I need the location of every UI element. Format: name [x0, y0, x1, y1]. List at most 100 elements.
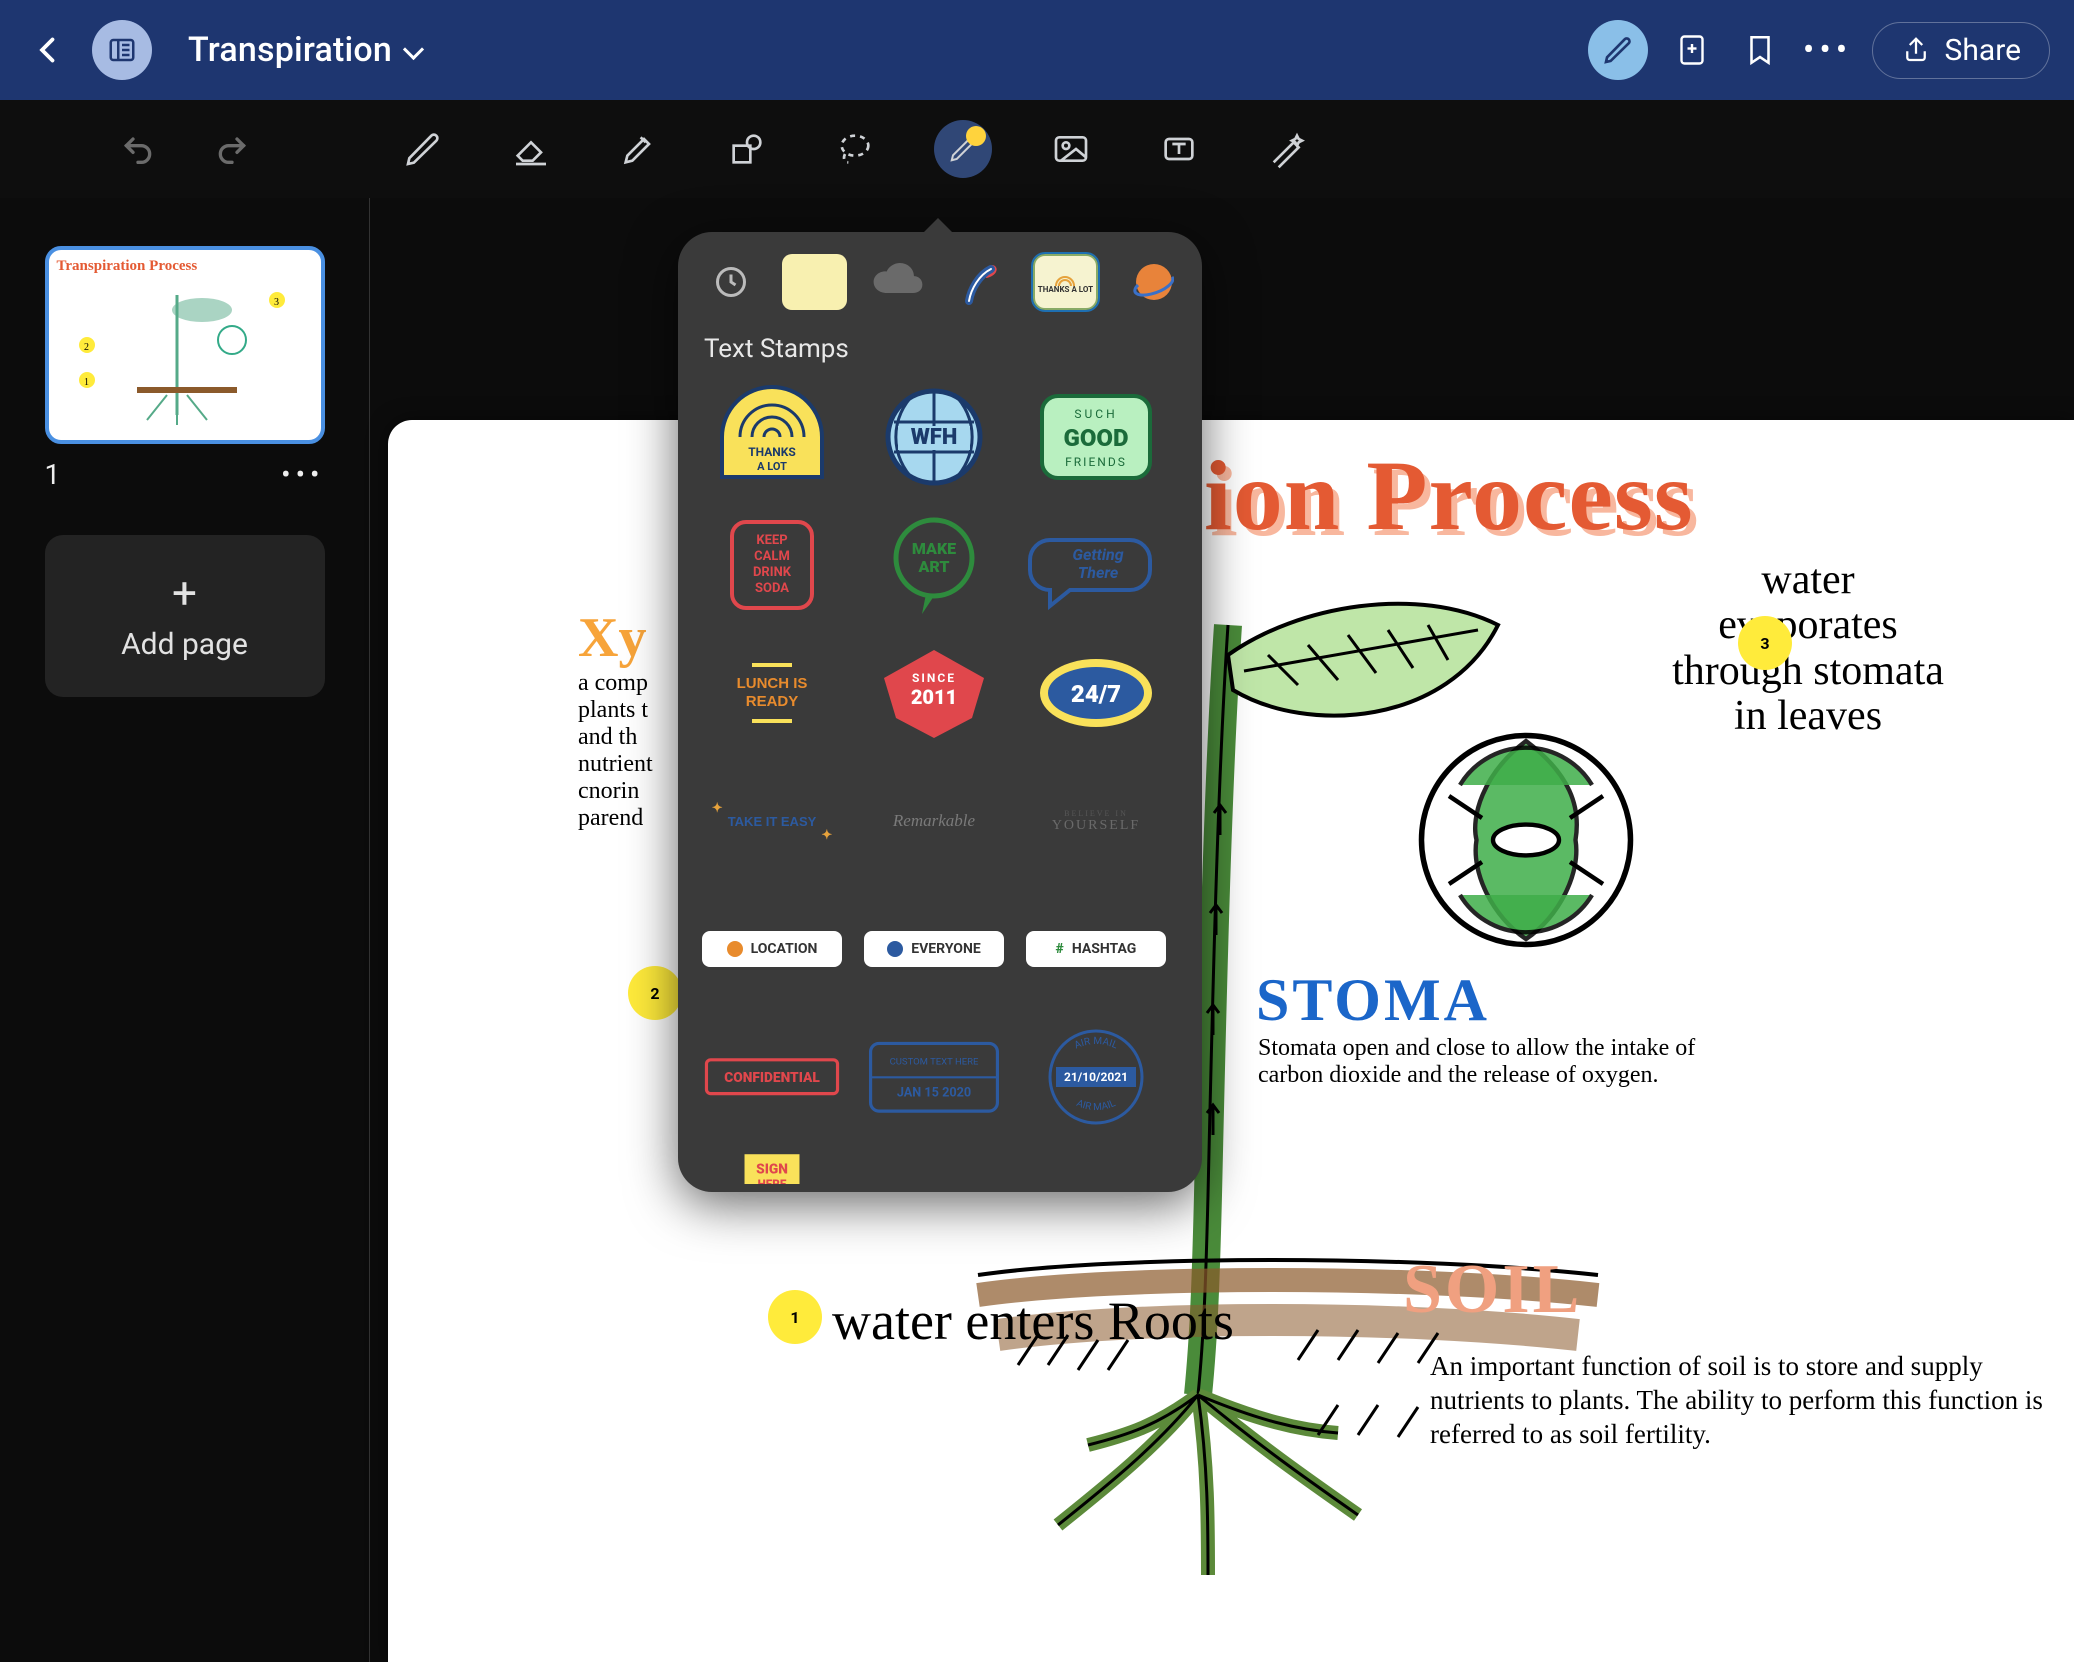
pin-icon: [727, 941, 743, 957]
stamp-confidential[interactable]: CONFIDENTIAL: [698, 1022, 846, 1132]
svg-text:MAKE: MAKE: [912, 539, 956, 558]
document-title-text: Transpiration: [188, 30, 392, 70]
stamp-yourself[interactable]: BELIEVE IN YOURSELF: [1022, 766, 1170, 876]
pen-tool[interactable]: [394, 120, 452, 178]
svg-text:1: 1: [84, 377, 89, 388]
stamp-remarkable[interactable]: Remarkable: [860, 766, 1008, 876]
draw-mode-button[interactable]: [1588, 20, 1648, 80]
stamp-location[interactable]: LOCATION: [698, 894, 846, 1004]
toolbar-tools: [370, 120, 2074, 178]
svg-text:There: There: [1078, 563, 1119, 582]
svg-text:24/7: 24/7: [1071, 680, 1121, 708]
share-button[interactable]: Share: [1872, 22, 2050, 79]
page-thumbnail-1[interactable]: Transpiration Process 1 2 3: [45, 246, 325, 444]
svg-text:SUCH: SUCH: [1074, 407, 1117, 421]
eraser-tool[interactable]: [502, 120, 560, 178]
step1-text: water enters Roots: [832, 1292, 1234, 1351]
sidebar-toggle-button[interactable]: [92, 20, 152, 80]
toolbar-history: [0, 100, 370, 198]
stickers-tool[interactable]: [934, 120, 992, 178]
stoma-graphic: [1416, 730, 1636, 950]
more-menu-button[interactable]: •••: [1804, 26, 1852, 74]
step-badge-2: 2: [628, 966, 682, 1020]
clock-icon: [713, 264, 749, 300]
svg-text:3: 3: [274, 297, 279, 308]
pages-sidebar: Transpiration Process 1 2 3 1 ••• + Add …: [0, 198, 370, 1662]
star-icon: [966, 126, 986, 146]
step-badge-1: 1: [768, 1290, 822, 1344]
svg-text:21/10/2021: 21/10/2021: [1064, 1070, 1128, 1084]
chevron-down-icon: [406, 30, 421, 70]
stamp-247[interactable]: 24/7: [1022, 638, 1170, 748]
soil-body: An important function of soil is to stor…: [1430, 1350, 2050, 1451]
svg-text:JAN 15 2020: JAN 15 2020: [897, 1085, 971, 1100]
tab-clouds[interactable]: [865, 254, 931, 310]
magic-tool[interactable]: [1258, 120, 1316, 178]
svg-text:FRIENDS: FRIENDS: [1065, 455, 1127, 469]
stamp-hashtag[interactable]: #HASHTAG: [1022, 894, 1170, 1004]
svg-text:2011: 2011: [911, 685, 957, 709]
tab-text-stamps[interactable]: THANKS A LOT: [1033, 254, 1099, 310]
sticker-grid[interactable]: THANKSA LOT WFH SUCHGOODFRIENDS KEEPCALM…: [698, 382, 1182, 1184]
popover-section-title: Text Stamps: [704, 334, 1182, 364]
tab-hearts[interactable]: [949, 254, 1015, 310]
step-badge-3: 3: [1738, 616, 1792, 670]
page-row: 1 •••: [45, 458, 325, 491]
stamp-wfh[interactable]: WFH: [860, 382, 1008, 492]
share-label: Share: [1945, 33, 2021, 68]
stamp-keep-calm[interactable]: KEEPCALMDRINKSODA: [698, 510, 846, 620]
redo-button[interactable]: [208, 125, 256, 173]
svg-text:KEEP: KEEP: [756, 533, 787, 548]
stickers-popover: THANKS A LOT Text Stamps THANKSA LOT WFH…: [678, 232, 1202, 1192]
plus-icon: +: [172, 571, 197, 615]
lasso-tool[interactable]: [826, 120, 884, 178]
page-content: ion Process ion Process Xy a comp plants…: [388, 420, 2074, 1662]
header-left: Transpiration: [24, 20, 421, 80]
image-tool[interactable]: [1042, 120, 1100, 178]
stamp-custom-date[interactable]: CUSTOM TEXT HEREJAN 15 2020: [860, 1022, 1008, 1132]
stamp-airmail[interactable]: AIR MAIL 21/10/2021 AIR MAIL: [1022, 1022, 1170, 1132]
stamp-sign-here[interactable]: SIGNHERE: [698, 1150, 846, 1184]
thumbnail-preview: Transpiration Process 1 2 3: [49, 250, 321, 437]
canvas-area: ion Process ion Process Xy a comp plants…: [370, 198, 2074, 1662]
tab-text-stamps-label: THANKS A LOT: [1038, 286, 1093, 294]
page-more-button[interactable]: •••: [281, 458, 324, 491]
stamp-make-art[interactable]: MAKEART: [860, 510, 1008, 620]
undo-button[interactable]: [114, 125, 162, 173]
toolbar: [0, 100, 2074, 198]
tab-sticky-notes[interactable]: [782, 254, 848, 310]
hash-icon: #: [1056, 941, 1064, 957]
stamp-thanks[interactable]: THANKSA LOT: [698, 382, 846, 492]
shape-tool[interactable]: [718, 120, 776, 178]
stamp-everyone[interactable]: EVERYONE: [860, 894, 1008, 1004]
svg-text:CONFIDENTIAL: CONFIDENTIAL: [724, 1070, 820, 1086]
app-header: Transpiration ••• Share: [0, 0, 2074, 100]
stamp-lunch-ready[interactable]: LUNCH ISREADY: [698, 638, 846, 748]
text-tool[interactable]: [1150, 120, 1208, 178]
heart-feather-icon: [957, 257, 1007, 307]
stamp-getting-there[interactable]: GettingThere: [1022, 510, 1170, 620]
stamp-good-friends[interactable]: SUCHGOODFRIENDS: [1022, 382, 1170, 492]
bookmark-button[interactable]: [1736, 26, 1784, 74]
back-button[interactable]: [24, 26, 72, 74]
new-page-button[interactable]: [1668, 26, 1716, 74]
soil-label: SOIL: [1403, 1250, 1582, 1330]
document-title[interactable]: Transpiration: [188, 30, 421, 70]
svg-text:AIR MAIL: AIR MAIL: [1075, 1098, 1118, 1113]
share-icon: [1901, 35, 1931, 65]
stamp-take-it-easy[interactable]: ✦ TAKE IT EASY ✦: [698, 766, 846, 876]
planet-icon: [1124, 257, 1174, 307]
sticker-category-tabs: THANKS A LOT: [698, 254, 1182, 310]
svg-text:DRINK: DRINK: [753, 565, 792, 580]
highlighter-tool[interactable]: [610, 120, 668, 178]
stamp-since[interactable]: SINCE2011: [860, 638, 1008, 748]
add-page-button[interactable]: + Add page: [45, 535, 325, 697]
tab-recent[interactable]: [698, 254, 764, 310]
tab-space[interactable]: [1116, 254, 1182, 310]
svg-text:Getting: Getting: [1072, 545, 1123, 564]
canvas-page[interactable]: ion Process ion Process Xy a comp plants…: [388, 420, 2074, 1662]
add-page-label: Add page: [121, 627, 248, 662]
svg-text:SIGN: SIGN: [756, 1161, 788, 1177]
header-right: ••• Share: [1588, 20, 2050, 80]
svg-text:SINCE: SINCE: [912, 671, 956, 685]
